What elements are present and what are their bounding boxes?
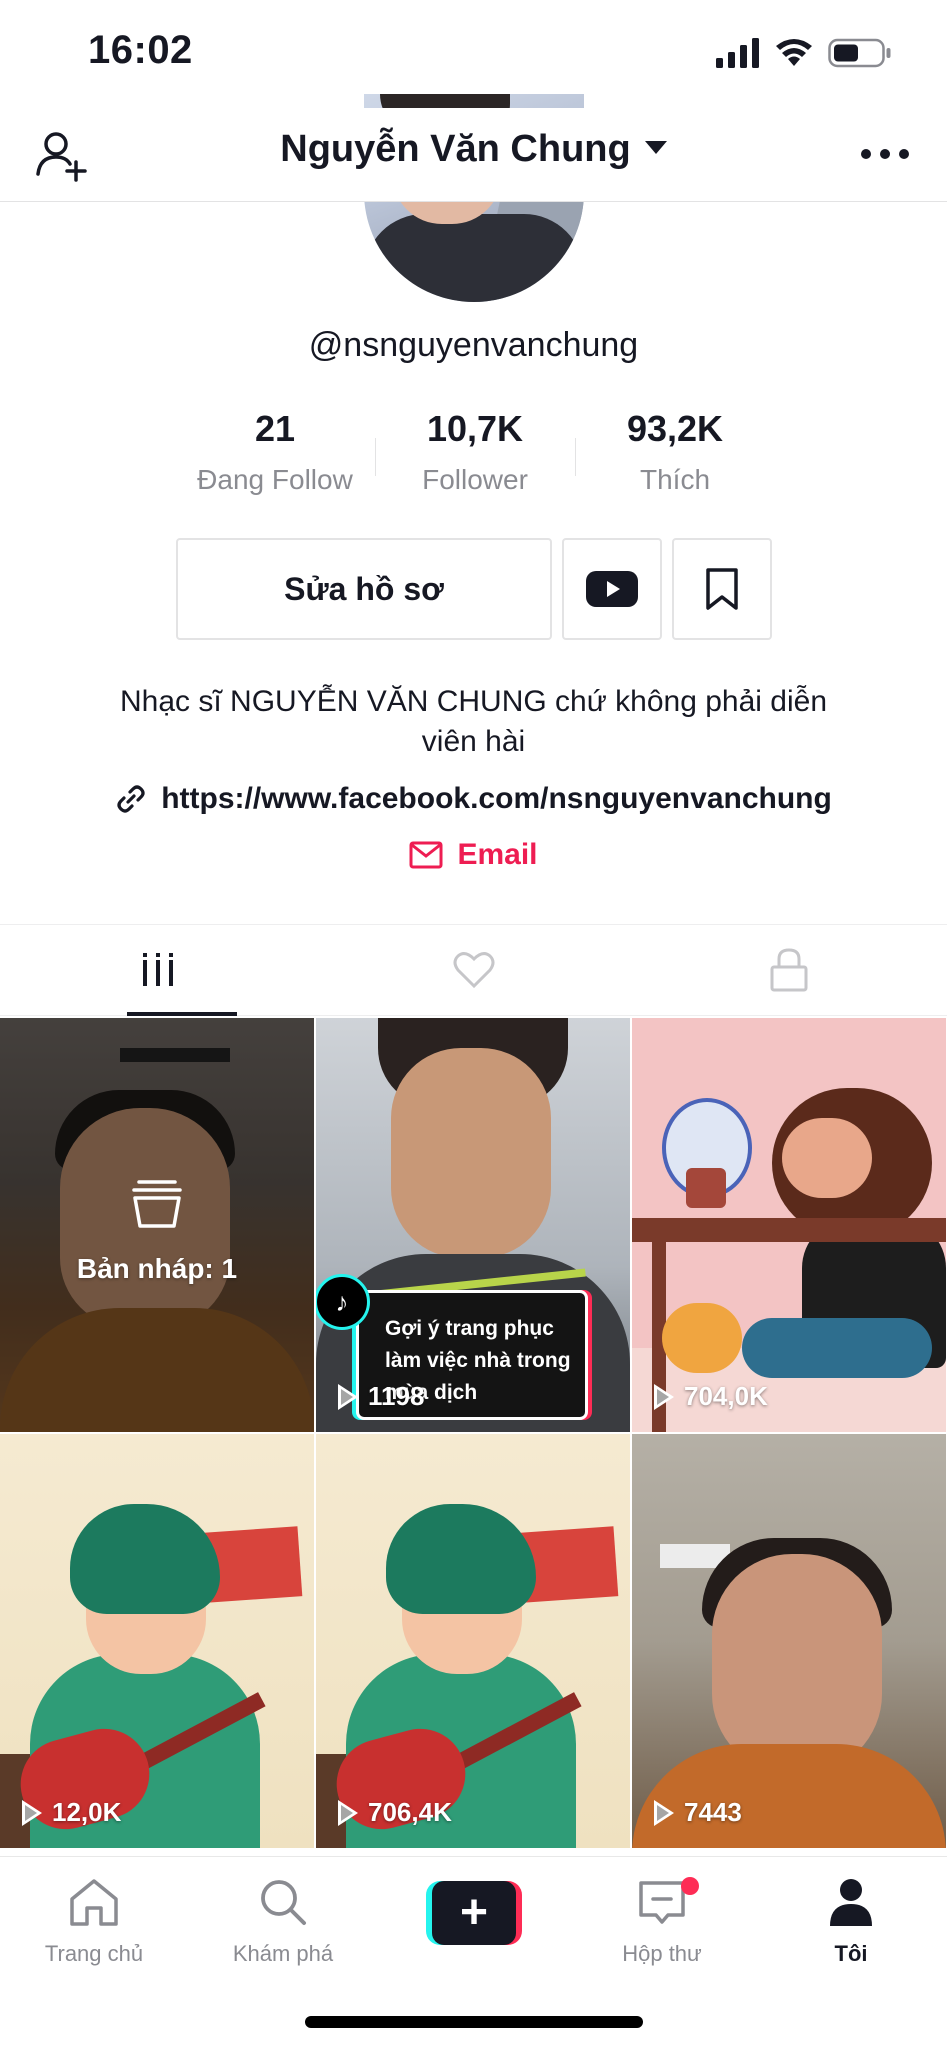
heart-icon: [453, 952, 494, 989]
stat-value: 21: [254, 408, 296, 449]
status-bar: 16:02: [0, 0, 947, 108]
battery-icon: [828, 38, 891, 68]
play-icon: [22, 1799, 42, 1826]
stat-label: Thích: [639, 464, 711, 495]
play-icon: [654, 1799, 674, 1826]
favorites-button[interactable]: [672, 538, 772, 640]
video-tile[interactable]: 706,4K: [316, 1434, 630, 1848]
play-icon: [338, 1383, 358, 1410]
link-icon: [117, 785, 145, 813]
notification-dot: [681, 1877, 699, 1895]
chevron-down-icon: [644, 141, 667, 155]
nav-inbox-label: Hộp thư: [622, 1941, 702, 1966]
profile-stats: 21 Đang Follow 10,7K Follower 93,2K Thíc…: [175, 408, 775, 508]
nav-discover-label: Khám phá: [232, 1941, 334, 1966]
plus-icon: +: [432, 1881, 516, 1945]
inbox-icon: [639, 1881, 685, 1924]
home-icon: [70, 1879, 118, 1926]
video-tile[interactable]: 704,0K: [632, 1018, 946, 1432]
edit-profile-button[interactable]: Sửa hồ sơ: [176, 538, 552, 640]
view-count-text: 1198: [368, 1381, 425, 1411]
profile-tabs: [0, 924, 947, 1016]
video-grid: Bản nháp: 1 Gợi ý trang phục làm việc nh…: [0, 1018, 947, 1848]
profile-link[interactable]: https://www.facebook.com/nsnguyenvanchun…: [0, 782, 947, 816]
tiktok-logo-icon: ♪: [316, 1274, 370, 1330]
video-tile[interactable]: Gợi ý trang phục làm việc nhà trong mùa …: [316, 1018, 630, 1432]
home-indicator: [305, 2016, 643, 2028]
youtube-button[interactable]: [562, 538, 662, 640]
status-time: 16:02: [88, 28, 193, 72]
tab-private[interactable]: [631, 925, 947, 1015]
video-tile[interactable]: 7443: [632, 1434, 946, 1848]
nav-home-label: Trang chủ: [44, 1941, 144, 1966]
profile-username: @nsnguyenvanchung: [308, 326, 639, 364]
stat-value: 10,7K: [426, 408, 524, 449]
stat-likes[interactable]: 93,2K Thích: [575, 408, 775, 508]
stat-value: 93,2K: [626, 408, 724, 449]
signal-icon: [716, 38, 759, 68]
nav-profile-label: Tôi: [834, 1941, 868, 1966]
stat-label: Đang Follow: [197, 464, 353, 495]
tab-liked[interactable]: [316, 925, 632, 1015]
view-count: 706,4K: [338, 1797, 452, 1828]
profile-actions: Sửa hồ sơ: [176, 538, 772, 640]
account-name: Nguyễn Văn Chung: [280, 128, 631, 170]
search-icon: [261, 1880, 306, 1925]
video-tile[interactable]: 12,0K: [0, 1434, 314, 1848]
create-video-button[interactable]: +: [426, 1881, 522, 1945]
profile-header: Nguyễn Văn Chung: [0, 108, 947, 202]
view-count: 1198: [338, 1381, 424, 1412]
status-icons: [716, 36, 892, 70]
play-icon: [654, 1383, 674, 1410]
play-icon: [338, 1799, 358, 1826]
nav-discover[interactable]: Khám phá: [208, 1875, 358, 1967]
account-switcher[interactable]: Nguyễn Văn Chung: [0, 128, 947, 171]
wifi-icon: [776, 39, 812, 66]
view-count-text: 704,0K: [684, 1381, 768, 1411]
link-text: https://www.facebook.com/nsnguyenvanchun…: [161, 782, 832, 815]
stat-label: Follower: [422, 464, 528, 495]
grid-icon: [142, 953, 173, 986]
stat-following[interactable]: 21 Đang Follow: [175, 408, 375, 508]
view-count: 7443: [654, 1797, 742, 1828]
lock-icon: [770, 948, 808, 992]
view-count-text: 12,0K: [52, 1797, 122, 1827]
profile-bio: Nhạc sĩ NGUYỄN VĂN CHUNG chứ không phải …: [119, 685, 828, 758]
nav-home[interactable]: Trang chủ: [19, 1875, 169, 1967]
youtube-icon: [586, 571, 638, 607]
email-label: Email: [457, 838, 538, 871]
bookmark-icon: [706, 568, 738, 610]
view-count-text: 706,4K: [368, 1797, 452, 1827]
video-tile-drafts[interactable]: Bản nháp: 1: [0, 1018, 314, 1432]
drafts-count: Bản nháp: 1: [76, 1253, 238, 1284]
drafts-overlay: Bản nháp: 1: [0, 1178, 314, 1285]
view-count: 704,0K: [654, 1381, 768, 1412]
nav-profile[interactable]: Tôi: [776, 1875, 926, 1967]
view-count: 12,0K: [22, 1797, 121, 1828]
email-button[interactable]: Email: [0, 838, 947, 872]
nav-inbox[interactable]: Hộp thư: [587, 1875, 737, 1967]
view-count-text: 7443: [684, 1797, 742, 1827]
drafts-icon: [132, 1180, 182, 1228]
tab-videos[interactable]: [0, 925, 316, 1016]
more-options-icon[interactable]: [861, 136, 909, 172]
mail-icon: [409, 841, 443, 869]
stat-followers[interactable]: 10,7K Follower: [375, 408, 575, 508]
profile-icon: [830, 1879, 872, 1926]
